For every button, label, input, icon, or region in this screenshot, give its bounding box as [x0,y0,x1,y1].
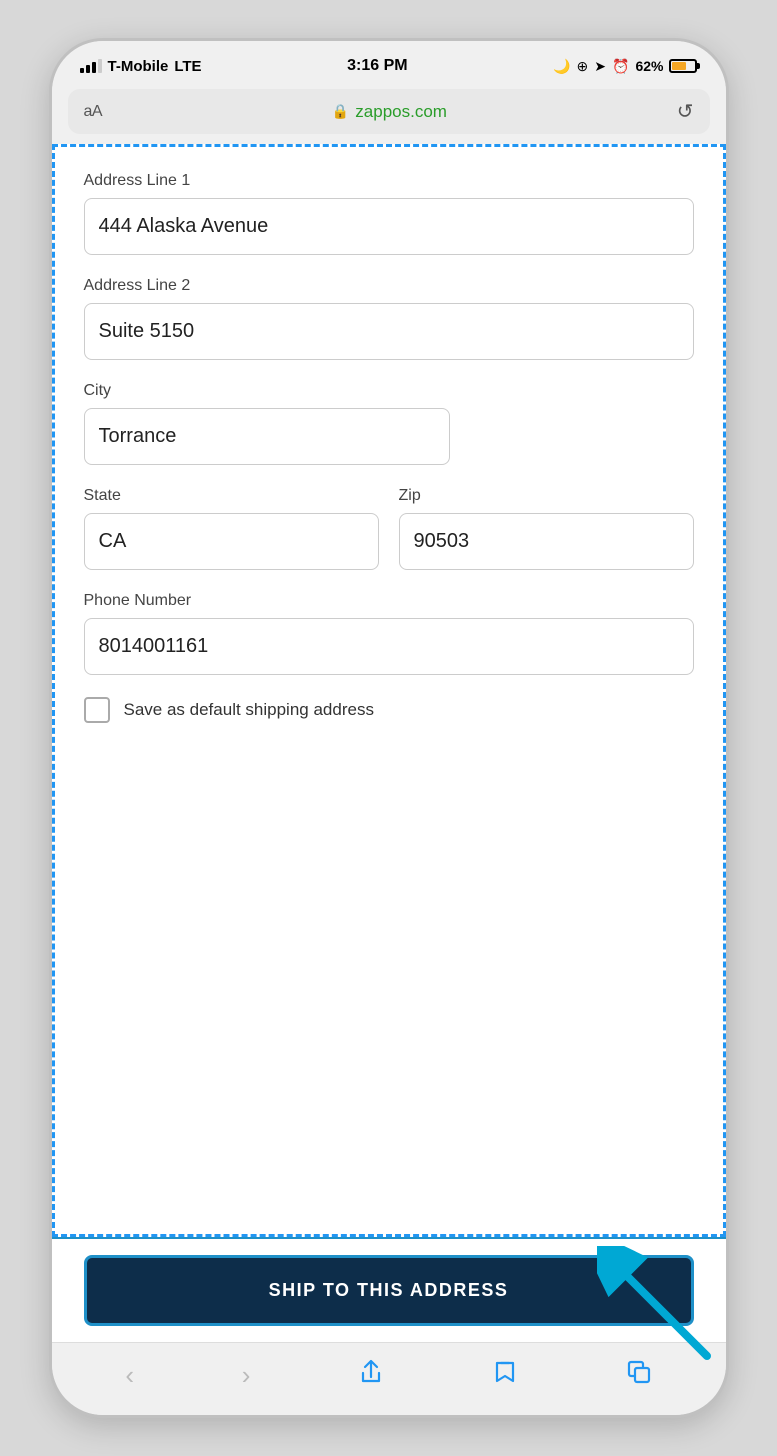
forward-button[interactable]: › [230,1356,263,1395]
phone-input[interactable] [84,618,694,675]
address-line2-input[interactable] [84,303,694,360]
navigation-icon: ➤ [594,58,606,75]
moon-icon: 🌙 [553,58,570,75]
reload-button[interactable]: ↺ [677,99,694,124]
time-display: 3:16 PM [347,57,407,75]
save-default-label: Save as default shipping address [124,700,374,720]
share-button[interactable] [346,1355,396,1395]
content-area: Address Line 1 Address Line 2 City State [52,144,726,1237]
carrier-label: T-Mobile [108,58,169,75]
save-default-row: Save as default shipping address [84,697,694,723]
back-button[interactable]: ‹ [113,1356,146,1395]
form-container: Address Line 1 Address Line 2 City State [52,144,726,1237]
battery-icon [669,59,697,73]
zip-input[interactable] [399,513,694,570]
url-text: zappos.com [355,102,447,122]
state-input[interactable] [84,513,379,570]
city-label: City [84,382,694,400]
phone-frame: T-Mobile LTE 3:16 PM 🌙 ⊕ ➤ ⏰ 62% aA 🔒 za… [49,38,729,1418]
state-label: State [84,487,379,505]
ship-to-address-button[interactable]: SHIP TO THIS ADDRESS [84,1255,694,1326]
browser-nav: ‹ › [52,1342,726,1415]
status-right: 🌙 ⊕ ➤ ⏰ 62% [553,58,697,75]
address-line1-label: Address Line 1 [84,172,694,190]
status-bar: T-Mobile LTE 3:16 PM 🌙 ⊕ ➤ ⏰ 62% [52,41,726,83]
location-icon: ⊕ [577,58,589,75]
state-group: State [84,487,379,570]
phone-group: Phone Number [84,592,694,675]
address-line2-label: Address Line 2 [84,277,694,295]
browser-bar: aA 🔒 zappos.com ↺ [52,83,726,144]
save-default-checkbox[interactable] [84,697,110,723]
url-bar[interactable]: aA 🔒 zappos.com ↺ [68,89,710,134]
address-line2-group: Address Line 2 [84,277,694,360]
text-size-control[interactable]: aA [84,103,103,121]
battery-percent: 62% [635,58,663,74]
bookmarks-button[interactable] [480,1355,530,1395]
alarm-icon: ⏰ [612,58,629,75]
address-line1-input[interactable] [84,198,694,255]
zip-group: Zip [399,487,694,570]
lock-icon: 🔒 [332,103,349,120]
phone-label: Phone Number [84,592,694,610]
signal-icon [80,59,102,73]
address-line1-group: Address Line 1 [84,172,694,255]
network-type: LTE [174,58,201,75]
city-group: City [84,382,694,465]
button-area: SHIP TO THIS ADDRESS [52,1237,726,1342]
status-left: T-Mobile LTE [80,58,202,75]
city-input[interactable] [84,408,450,465]
state-zip-row: State Zip [84,487,694,570]
tabs-button[interactable] [614,1355,664,1395]
zip-label: Zip [399,487,694,505]
url-display[interactable]: 🔒 zappos.com [332,102,447,122]
